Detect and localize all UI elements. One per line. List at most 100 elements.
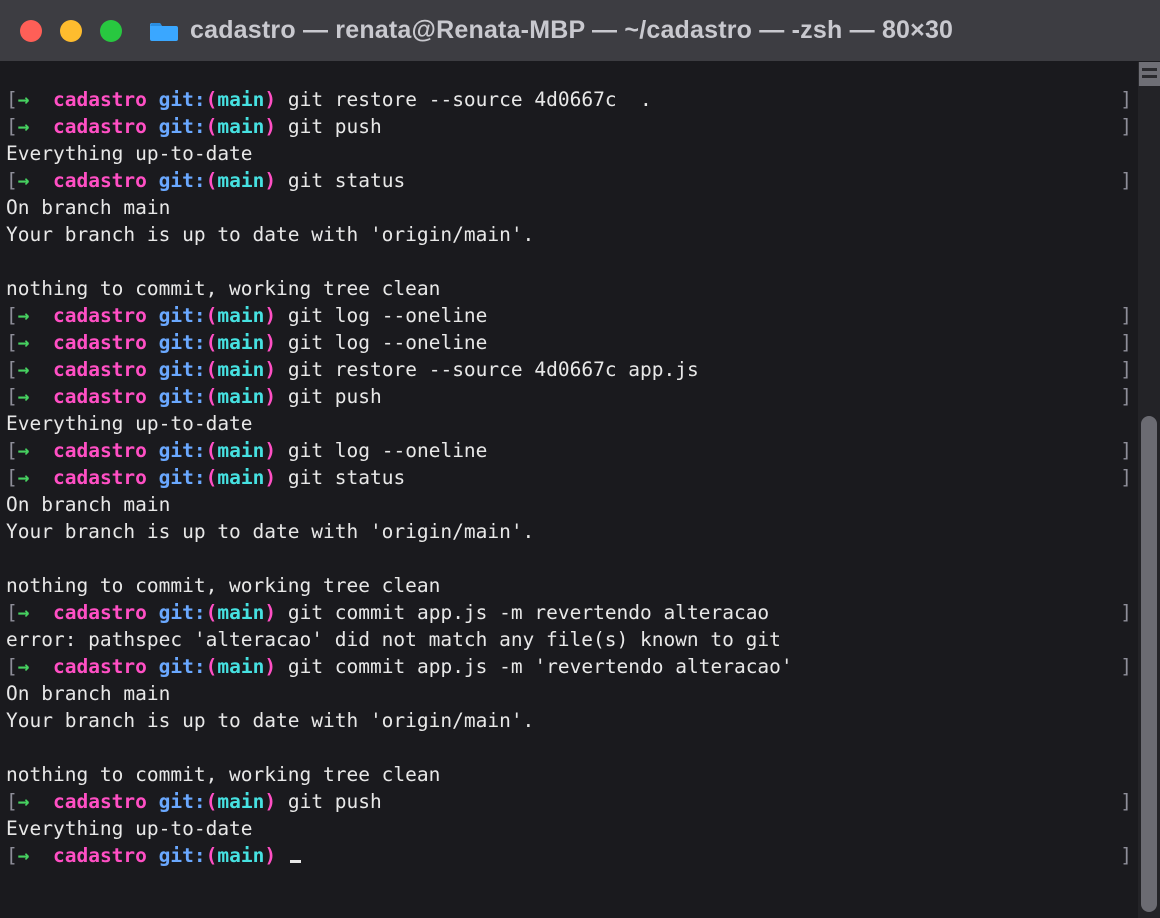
prompt-rparen: ) [264,655,276,678]
prompt-git-label: git: [159,439,206,462]
prompt-dir: cadastro [53,358,147,381]
prompt-lparen: ( [206,844,218,867]
minimize-icon[interactable] [60,20,82,42]
prompt-git-label: git: [159,790,206,813]
prompt-lparen: ( [206,439,218,462]
left-bracket: [ [6,169,18,192]
prompt-lparen: ( [206,358,218,381]
prompt-line: [→ cadastro git:(main) git log --oneline [6,302,1132,329]
prompt-rparen: ) [264,439,276,462]
prompt-rparen: ) [264,385,276,408]
prompt-dir: cadastro [53,385,147,408]
close-icon[interactable] [20,20,42,42]
terminal-output[interactable]: [→ cadastro git:(main) git restore --sou… [0,62,1138,869]
blank-line [6,734,1132,761]
left-bracket: [ [6,601,18,624]
prompt-rparen: ) [264,115,276,138]
prompt-branch: main [217,601,264,624]
prompt-lparen: ( [206,88,218,111]
traffic-lights [20,20,122,42]
prompt-line: [→ cadastro git:(main) git status [6,464,1132,491]
left-bracket: [ [6,331,18,354]
left-bracket: [ [6,115,18,138]
title-wrap: cadastro — renata@Renata-MBP — ~/cadastr… [150,16,953,45]
output-line: Your branch is up to date with 'origin/m… [6,518,1132,545]
prompt-arrow-icon: → [18,655,30,678]
blank-line [6,248,1132,275]
command-text: git commit app.js -m revertendo alteraca… [276,601,769,624]
prompt-git-label: git: [159,331,206,354]
prompt-branch: main [217,466,264,489]
prompt-rparen: ) [264,331,276,354]
command-text: git status [276,169,405,192]
prompt-rparen: ) [264,169,276,192]
prompt-branch: main [217,331,264,354]
output-line: On branch main [6,194,1132,221]
left-bracket: [ [6,844,18,867]
left-bracket: [ [6,790,18,813]
command-text: git status [276,466,405,489]
prompt-branch: main [217,790,264,813]
prompt-line: [→ cadastro git:(main) git push [6,788,1132,815]
prompt-lparen: ( [206,385,218,408]
prompt-line: [→ cadastro git:(main) git commit app.js… [6,653,1132,680]
left-bracket: [ [6,466,18,489]
command-text: git push [276,790,382,813]
prompt-git-label: git: [159,601,206,624]
prompt-arrow-icon: → [18,358,30,381]
right-side-tab-icon[interactable] [1138,62,1160,86]
prompt-branch: main [217,304,264,327]
command-text: git push [276,385,382,408]
prompt-lparen: ( [206,304,218,327]
output-line: nothing to commit, working tree clean [6,572,1132,599]
prompt-git-label: git: [159,466,206,489]
prompt-branch: main [217,115,264,138]
prompt-lparen: ( [206,790,218,813]
prompt-dir: cadastro [53,844,147,867]
prompt-line: [→ cadastro git:(main) git restore --sou… [6,86,1132,113]
left-bracket: [ [6,439,18,462]
output-line: On branch main [6,680,1132,707]
prompt-arrow-icon: → [18,88,30,111]
prompt-dir: cadastro [53,169,147,192]
prompt-arrow-icon: → [18,169,30,192]
prompt-dir: cadastro [53,790,147,813]
left-bracket: [ [6,88,18,111]
prompt-dir: cadastro [53,466,147,489]
prompt-arrow-icon: → [18,466,30,489]
command-text: git log --oneline [276,331,487,354]
command-text: git restore --source 4d0667c . [276,88,652,111]
command-text: git push [276,115,382,138]
prompt-line: [→ cadastro git:(main) git log --oneline [6,437,1132,464]
left-bracket: [ [6,385,18,408]
prompt-dir: cadastro [53,439,147,462]
prompt-git-label: git: [159,358,206,381]
output-line: On branch main [6,491,1132,518]
prompt-rparen: ) [264,466,276,489]
prompt-dir: cadastro [53,601,147,624]
prompt-line: [→ cadastro git:(main) git push [6,383,1132,410]
scrollbar-track[interactable] [1138,86,1160,918]
prompt-line: [→ cadastro git:(main) git restore --sou… [6,356,1132,383]
left-bracket: [ [6,304,18,327]
titlebar: cadastro — renata@Renata-MBP — ~/cadastr… [0,0,1160,62]
folder-icon [150,19,178,43]
maximize-icon[interactable] [100,20,122,42]
prompt-branch: main [217,655,264,678]
scrollbar-thumb[interactable] [1141,416,1157,912]
command-text [276,844,288,867]
prompt-arrow-icon: → [18,844,30,867]
prompt-dir: cadastro [53,331,147,354]
output-line: Everything up-to-date [6,815,1132,842]
command-text: git commit app.js -m 'revertendo alterac… [276,655,793,678]
text-cursor-icon [290,860,301,863]
left-bracket: [ [6,655,18,678]
prompt-rparen: ) [264,844,276,867]
prompt-lparen: ( [206,169,218,192]
prompt-git-label: git: [159,655,206,678]
prompt-lparen: ( [206,655,218,678]
prompt-git-label: git: [159,844,206,867]
prompt-branch: main [217,88,264,111]
left-bracket: [ [6,358,18,381]
prompt-branch: main [217,844,264,867]
